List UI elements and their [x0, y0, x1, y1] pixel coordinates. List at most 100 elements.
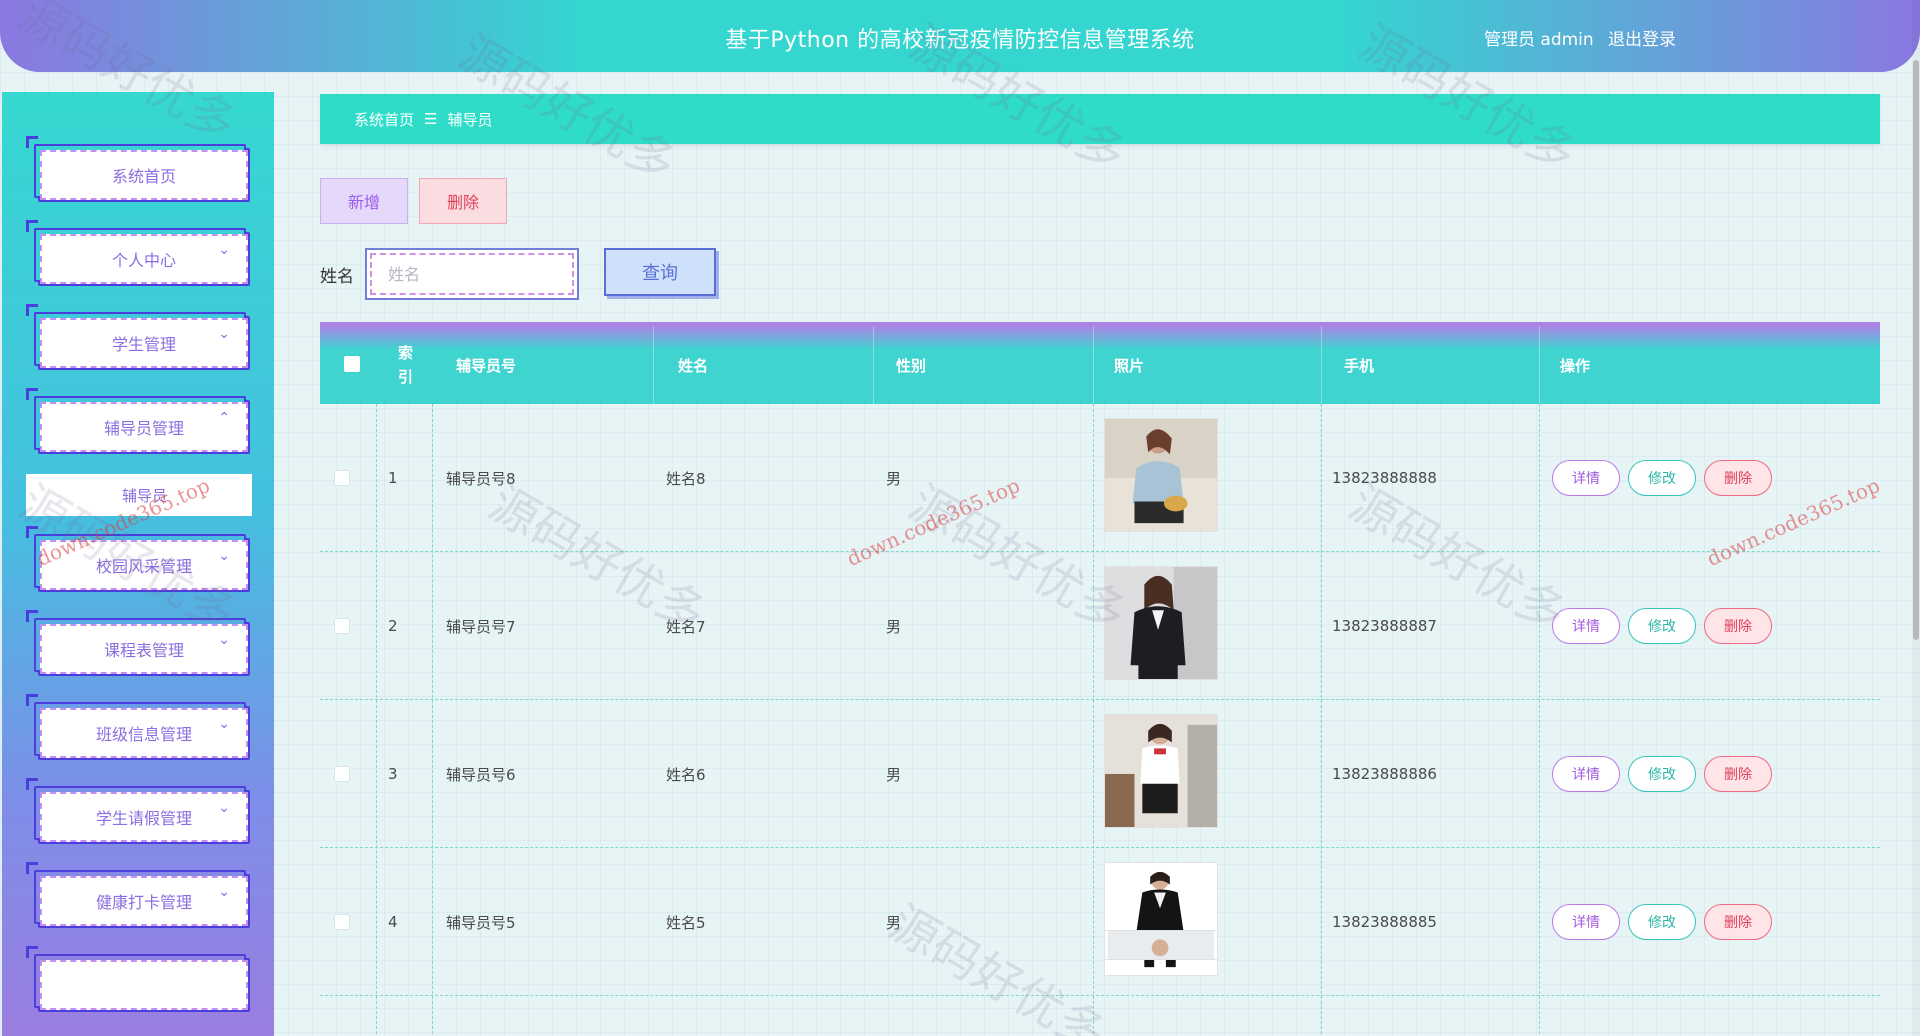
column-divider: [1539, 326, 1540, 404]
edit-button[interactable]: 修改: [1628, 756, 1696, 792]
chevron-down-icon: ⌄: [218, 242, 230, 258]
edit-button[interactable]: 修改: [1628, 904, 1696, 940]
cell-gender: 男: [886, 617, 902, 636]
sidebar-item-more[interactable]: [26, 946, 248, 1010]
column-divider: [1093, 326, 1094, 404]
counselor-photo[interactable]: [1104, 566, 1218, 680]
detail-button[interactable]: 详情: [1552, 904, 1620, 940]
current-user: 管理员 admin: [1484, 30, 1594, 50]
counselor-photo[interactable]: [1104, 714, 1218, 828]
cell-counselor-no: 辅导员号8: [446, 469, 516, 488]
cell-name: 姓名7: [666, 617, 706, 636]
table-row: 4 辅导员号5 姓名5 男 13823888885 详情 修改 删除: [320, 848, 1880, 996]
chevron-down-icon: ⌄: [218, 632, 230, 648]
sidebar-item-counselors[interactable]: 辅导员管理 ⌃: [26, 388, 248, 452]
search-field: [365, 248, 579, 300]
sidebar-item-label[interactable]: 个人中心: [40, 234, 248, 284]
sidebar-item-label[interactable]: 学生管理: [40, 318, 248, 368]
submenu-item-counselor[interactable]: 辅导员: [26, 474, 252, 516]
header-gender[interactable]: 性别: [896, 326, 926, 404]
breadcrumb-home[interactable]: 系统首页: [354, 109, 414, 130]
breadcrumb: 系统首页 ☰ 辅导员: [320, 94, 1880, 144]
row-checkbox[interactable]: [334, 618, 350, 634]
detail-button[interactable]: 详情: [1552, 756, 1620, 792]
column-divider: [873, 326, 874, 404]
row-checkbox[interactable]: [334, 914, 350, 930]
sidebar-item-label[interactable]: [40, 960, 248, 1010]
menu-frame: 校园风采管理 ⌄: [34, 534, 248, 590]
sidebar-item-label[interactable]: 健康打卡管理: [40, 876, 248, 926]
menu-frame: 课程表管理 ⌄: [34, 618, 248, 674]
breadcrumb-separator: ☰: [424, 110, 438, 128]
menu-frame: 个人中心 ⌄: [34, 228, 248, 284]
cell-phone: 13823888885: [1332, 913, 1437, 931]
delete-button[interactable]: 删除: [419, 178, 507, 224]
counselor-photo[interactable]: [1104, 418, 1218, 532]
cell-index: 4: [388, 913, 398, 931]
header-index: 索引: [398, 344, 414, 386]
chevron-up-icon: ⌃: [218, 410, 230, 426]
sidebar-item-timetable[interactable]: 课程表管理 ⌄: [26, 610, 248, 674]
row-delete-button[interactable]: 删除: [1704, 756, 1772, 792]
cell-counselor-no: 辅导员号5: [446, 913, 516, 932]
cell-counselor-no: 辅导员号7: [446, 617, 516, 636]
table-row: 1 辅导员号8 姓名8 男 13823888888 详情 修改 删除: [320, 404, 1880, 552]
header-counselor-no[interactable]: 辅导员号: [456, 326, 516, 404]
menu-frame: 学生请假管理 ⌄: [34, 786, 248, 842]
sidebar-item-label[interactable]: 课程表管理: [40, 624, 248, 674]
logout-link[interactable]: 退出登录: [1608, 25, 1676, 50]
header-name[interactable]: 姓名: [678, 326, 708, 404]
sidebar-item-home[interactable]: 系统首页: [26, 136, 248, 200]
name-search-input[interactable]: [370, 253, 574, 295]
cell-name: 姓名8: [666, 469, 706, 488]
sidebar-item-label[interactable]: 班级信息管理: [40, 708, 248, 758]
sidebar-item-health[interactable]: 健康打卡管理 ⌄: [26, 862, 248, 926]
row-delete-button[interactable]: 删除: [1704, 904, 1772, 940]
table-header: 索引 辅导员号 姓名 性别 照片 手机 操作: [320, 322, 1880, 404]
sidebar-item-label[interactable]: 校园风采管理: [40, 540, 248, 590]
table-row: 2 辅导员号7 姓名7 男 13823888887 详情 修改 删除: [320, 552, 1880, 700]
sidebar-item-leave[interactable]: 学生请假管理 ⌄: [26, 778, 248, 842]
header-phone[interactable]: 手机: [1344, 326, 1374, 404]
header-operations: 操作: [1560, 356, 1591, 375]
chevron-down-icon: ⌄: [218, 884, 230, 900]
cell-name: 姓名6: [666, 765, 706, 784]
detail-button[interactable]: 详情: [1552, 460, 1620, 496]
chevron-down-icon: ⌄: [218, 548, 230, 564]
cell-phone: 13823888887: [1332, 617, 1437, 635]
sidebar-item-students[interactable]: 学生管理 ⌄: [26, 304, 248, 368]
sidebar-item-label[interactable]: 辅导员管理: [40, 402, 248, 452]
select-all-checkbox[interactable]: [344, 356, 360, 372]
cell-name: 姓名5: [666, 913, 706, 932]
sidebar-item-label[interactable]: 系统首页: [40, 150, 248, 200]
row-delete-button[interactable]: 删除: [1704, 608, 1772, 644]
detail-button[interactable]: 详情: [1552, 608, 1620, 644]
cell-index: 2: [388, 617, 398, 635]
add-button[interactable]: 新增: [320, 178, 408, 224]
edit-button[interactable]: 修改: [1628, 608, 1696, 644]
menu-frame: 学生管理 ⌄: [34, 312, 248, 368]
sidebar: 系统首页 个人中心 ⌄ 学生管理 ⌄ 辅导员管理 ⌃ 辅导员 校园风采管理 ⌄: [2, 92, 274, 1036]
counselor-photo-partial[interactable]: [1104, 930, 1218, 960]
sidebar-item-label[interactable]: 学生请假管理: [40, 792, 248, 842]
menu-frame: 系统首页: [34, 144, 248, 200]
sidebar-item-classes[interactable]: 班级信息管理 ⌄: [26, 694, 248, 758]
top-header: 基于Python 的高校新冠疫情防控信息管理系统 管理员 admin 退出登录: [0, 0, 1920, 72]
row-checkbox[interactable]: [334, 470, 350, 486]
menu-frame: 班级信息管理 ⌄: [34, 702, 248, 758]
sidebar-item-profile[interactable]: 个人中心 ⌄: [26, 220, 248, 284]
menu-frame: [34, 954, 248, 1010]
cell-counselor-no: 辅导员号6: [446, 765, 516, 784]
query-button[interactable]: 查询: [604, 248, 716, 296]
cell-phone: 13823888888: [1332, 469, 1437, 487]
menu-frame: 辅导员管理 ⌃: [34, 396, 248, 452]
breadcrumb-current: 辅导员: [447, 110, 493, 129]
sidebar-item-campus[interactable]: 校园风采管理 ⌄: [26, 526, 248, 590]
cell-gender: 男: [886, 913, 902, 932]
chevron-down-icon: ⌄: [218, 716, 230, 732]
row-delete-button[interactable]: 删除: [1704, 460, 1772, 496]
edit-button[interactable]: 修改: [1628, 460, 1696, 496]
scrollbar-thumb[interactable]: [1913, 60, 1919, 640]
row-checkbox[interactable]: [334, 766, 350, 782]
cell-index: 1: [388, 469, 398, 487]
